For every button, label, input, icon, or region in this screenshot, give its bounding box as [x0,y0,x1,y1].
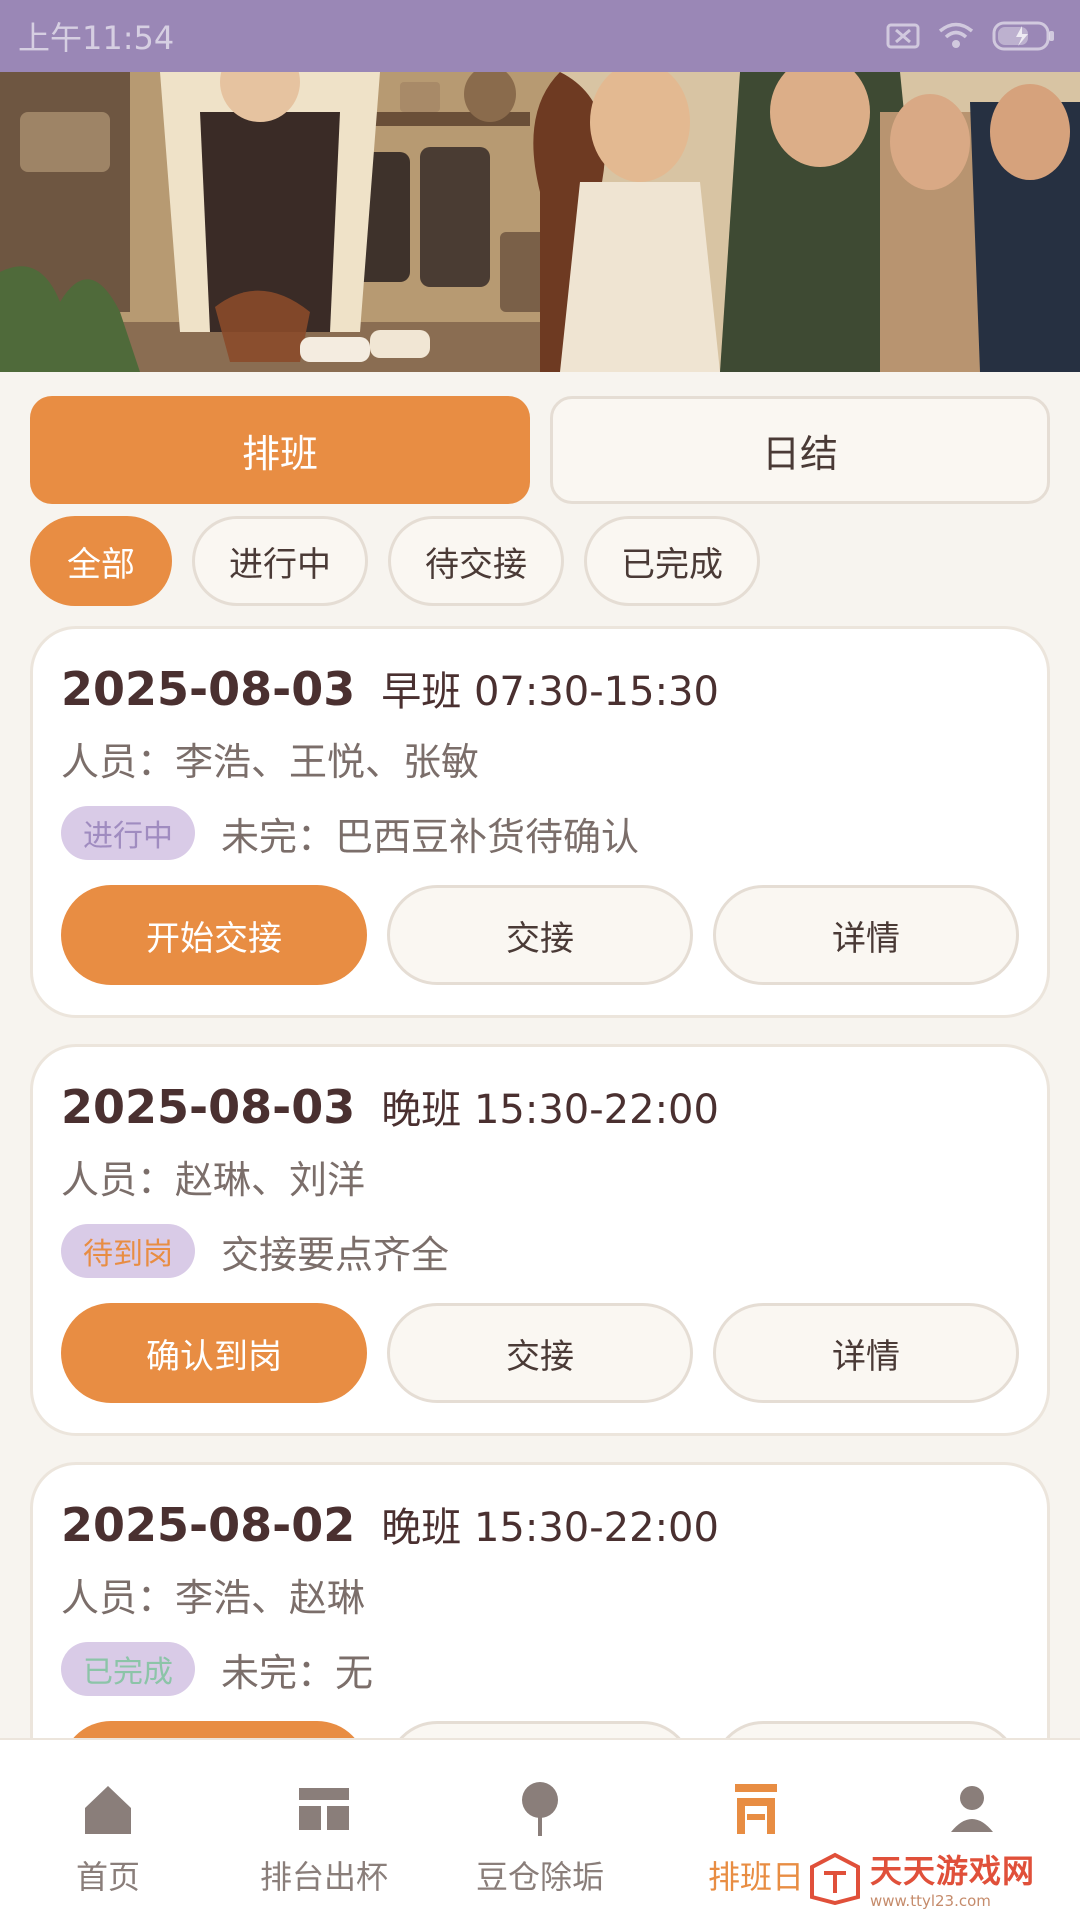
primary-action-button[interactable] [61,1721,367,1738]
watermark-logo-icon [810,1852,860,1905]
shift-note: 未完：巴西豆补货待确认 [221,814,640,859]
shift-card: 2025-08-02 晚班 15:30-22:00 人员：李浩、赵琳 已完成 未… [30,1462,1050,1738]
start-handover-button[interactable]: 开始交接 [61,885,367,985]
nav-schedule-label: 排班日 [707,1858,804,1896]
shift-note: 交接要点齐全 [221,1232,450,1277]
filter-all[interactable]: 全部 [30,516,172,606]
tab-daily-settlement[interactable]: 日结 [550,396,1050,504]
profile-icon [951,1786,993,1832]
watermark-title: 天天游戏网 [870,1852,1036,1890]
watermark: 天天游戏网 www.ttyl23.com [808,1846,1035,1910]
shift-date: 2025-08-03 [61,662,356,716]
shift-staff: 人员：赵琳、刘洋 [61,1158,366,1202]
handover-button[interactable]: 交接 [387,885,693,985]
status-time: 上午11:54 [18,19,175,57]
wifi-icon [938,22,974,48]
shift-note: 未完：无 [221,1650,374,1695]
confirm-arrival-button[interactable]: 确认到岗 [61,1303,367,1403]
shift-staff: 人员：李浩、赵琳 [61,1576,366,1620]
status-bar: 上午11:54 [0,0,1080,72]
shift-card: 2025-08-03 晚班 15:30-22:00 人员：赵琳、刘洋 待到岗 交… [30,1044,1050,1436]
battery-icon [992,21,1054,51]
bean-icon [522,1782,558,1836]
handover-button[interactable]: 交接 [387,1303,693,1403]
shift-card: 2025-08-03 早班 07:30-15:30 人员：李浩、王悦、张敏 进行… [30,626,1050,1018]
filter-in-progress[interactable]: 进行中 [192,516,368,606]
handover-button[interactable] [387,1721,693,1738]
nav-beans-label: 豆仓除垢 [475,1858,604,1896]
status-icons [886,21,1056,51]
nav-counter[interactable]: 排台出杯 [216,1740,432,1920]
cafe-illustration-icon [0,72,1080,372]
nav-home[interactable]: 首页 [0,1740,216,1920]
filter-completed[interactable]: 已完成 [584,516,760,606]
shift-list[interactable]: 2025-08-03 早班 07:30-15:30 人员：李浩、王悦、张敏 进行… [30,626,1050,1738]
tab-schedule[interactable]: 排班 [30,396,530,504]
nav-home-label: 首页 [75,1858,140,1896]
hero-banner [0,72,1080,372]
shift-time: 早班 07:30-15:30 [381,669,719,715]
nav-beans[interactable]: 豆仓除垢 [432,1740,648,1920]
details-button[interactable] [713,1721,1019,1738]
filter-chips: 全部 进行中 待交接 已完成 [30,516,760,606]
shift-time: 晚班 15:30-22:00 [381,1505,719,1551]
counter-icon [299,1788,349,1830]
status-badge: 待到岗 [61,1224,195,1278]
details-button[interactable]: 详情 [713,885,1019,985]
schedule-icon [735,1784,777,1834]
shift-staff: 人员：李浩、王悦、张敏 [61,740,480,784]
status-badge: 已完成 [61,1642,195,1696]
nav-counter-label: 排台出杯 [259,1858,388,1896]
watermark-url: www.ttyl23.com [870,1892,991,1910]
shift-date: 2025-08-02 [61,1498,356,1552]
filter-pending-handover[interactable]: 待交接 [388,516,564,606]
sim-off-icon [886,23,920,49]
shift-time: 晚班 15:30-22:00 [381,1087,719,1133]
shift-date: 2025-08-03 [61,1080,356,1134]
status-badge: 进行中 [61,806,195,860]
home-icon [85,1786,131,1834]
details-button[interactable]: 详情 [713,1303,1019,1403]
